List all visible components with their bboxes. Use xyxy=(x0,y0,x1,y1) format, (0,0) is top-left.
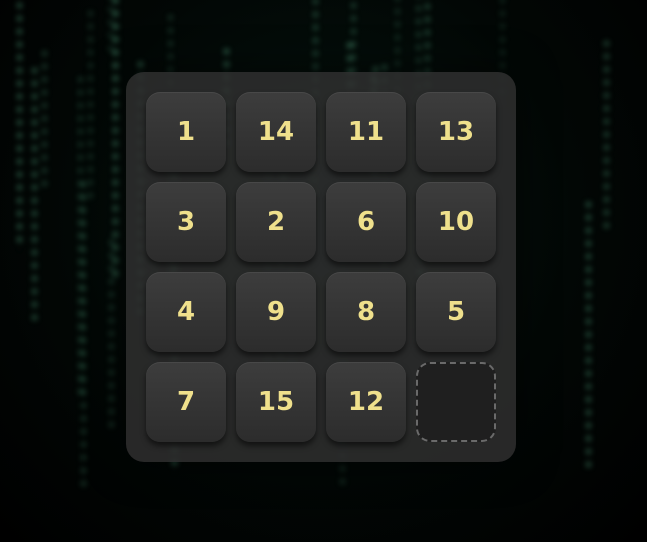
rain-streak xyxy=(86,7,95,204)
game-screen: 1 14 11 13 3 2 6 10 4 9 8 5 7 15 12 xyxy=(0,0,647,542)
puzzle-tile[interactable]: 2 xyxy=(236,182,316,262)
rain-streak xyxy=(107,236,116,432)
rain-streak xyxy=(584,198,593,472)
puzzle-tile[interactable]: 10 xyxy=(416,182,496,262)
puzzle-tile[interactable]: 1 xyxy=(146,92,226,172)
puzzle-tile[interactable]: 13 xyxy=(416,92,496,172)
rain-streak xyxy=(40,47,49,187)
rain-streak xyxy=(30,64,39,321)
puzzle-tile[interactable]: 3 xyxy=(146,182,226,262)
puzzle-tile[interactable]: 8 xyxy=(326,272,406,352)
puzzle-tile[interactable]: 4 xyxy=(146,272,226,352)
empty-slot xyxy=(416,362,496,442)
puzzle-board: 1 14 11 13 3 2 6 10 4 9 8 5 7 15 12 xyxy=(126,72,516,462)
puzzle-tile[interactable]: 7 xyxy=(146,362,226,442)
puzzle-tile[interactable]: 11 xyxy=(326,92,406,172)
rain-streak xyxy=(79,178,88,491)
puzzle-tile[interactable]: 12 xyxy=(326,362,406,442)
puzzle-tile[interactable]: 9 xyxy=(236,272,316,352)
puzzle-tile[interactable]: 15 xyxy=(236,362,316,442)
puzzle-tile[interactable]: 5 xyxy=(416,272,496,352)
puzzle-tile[interactable]: 14 xyxy=(236,92,316,172)
rain-streak xyxy=(602,37,611,231)
rain-streak xyxy=(15,0,24,250)
rain-streak xyxy=(106,0,115,52)
puzzle-tile[interactable]: 6 xyxy=(326,182,406,262)
